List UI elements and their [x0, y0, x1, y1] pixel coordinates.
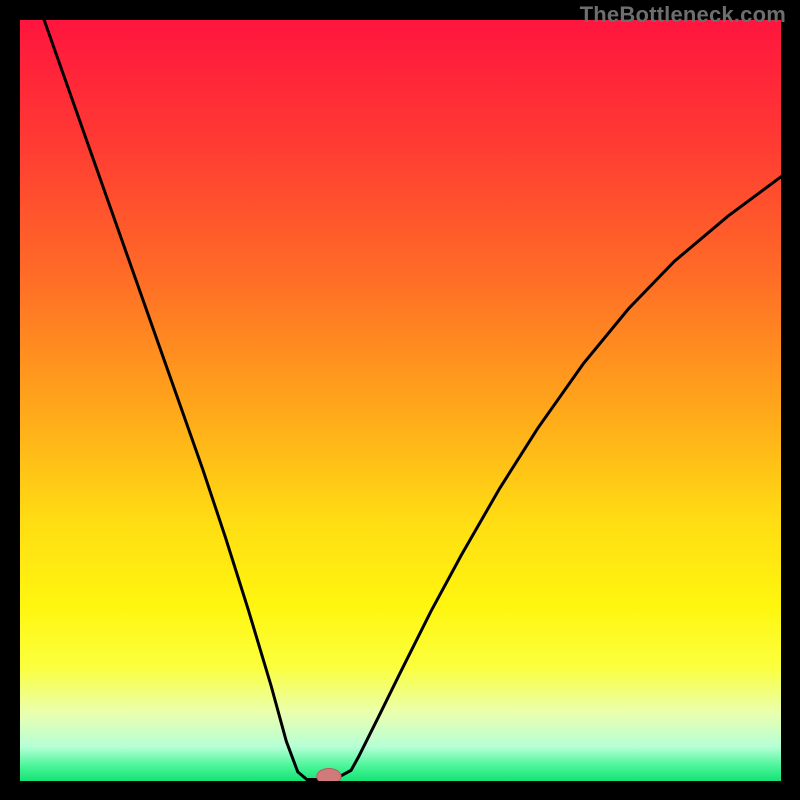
bottleneck-chart: [20, 20, 781, 781]
watermark-text: TheBottleneck.com: [580, 2, 786, 28]
chart-frame: [20, 20, 781, 781]
gradient-background: [20, 20, 781, 781]
optimal-point-marker: [317, 768, 341, 781]
